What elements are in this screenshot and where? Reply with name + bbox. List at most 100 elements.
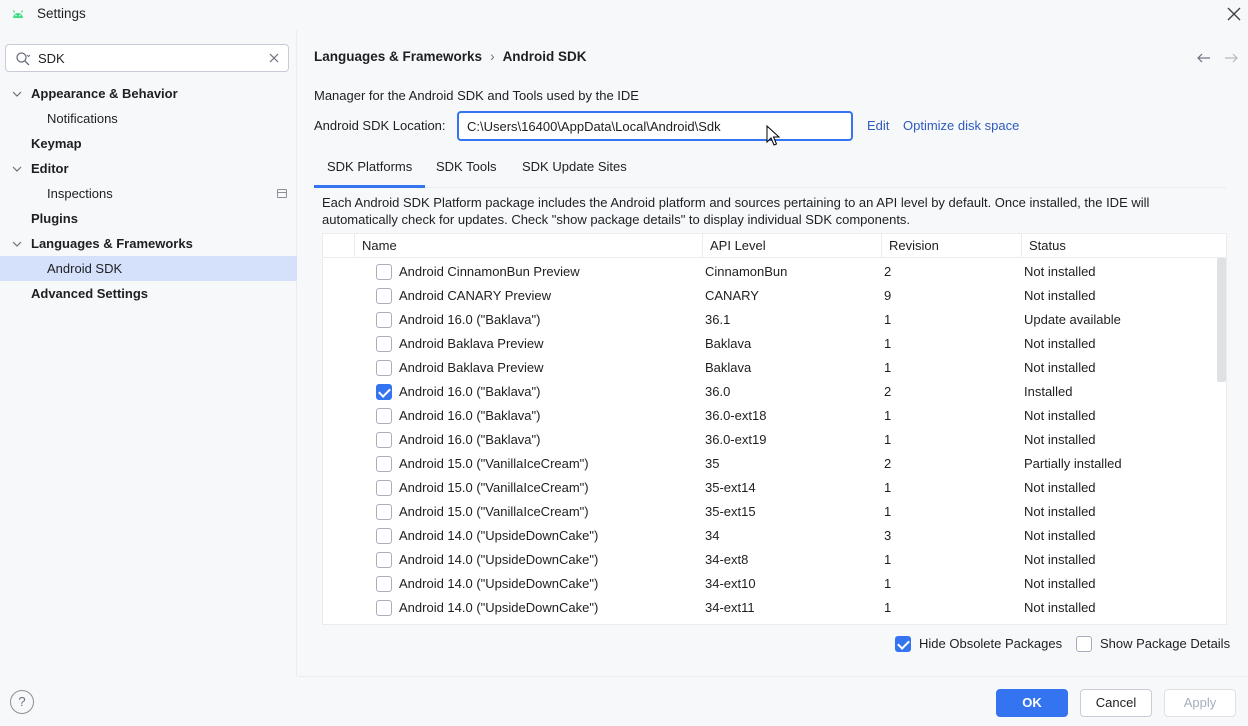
cell-revision: 2 — [884, 384, 892, 399]
optimize-disk-space-link[interactable]: Optimize disk space — [903, 118, 1019, 133]
sidebar-item-keymap[interactable]: Keymap — [0, 131, 297, 156]
sidebar-item-notifications[interactable]: Notifications — [0, 106, 297, 131]
table-row[interactable]: Android 14.0 ("UpsideDownCake") 34-ext8 1 N… — [323, 548, 1216, 572]
table-row[interactable]: Android CinnamonBun Preview CinnamonBun 2 N… — [323, 260, 1216, 284]
row-checkbox[interactable] — [376, 336, 392, 352]
search-field[interactable] — [5, 44, 289, 72]
cell-status: Not installed — [1024, 432, 1096, 447]
chevron-down-icon[interactable] — [11, 88, 23, 100]
row-checkbox[interactable] — [376, 552, 392, 568]
row-checkbox[interactable] — [376, 528, 392, 544]
table-row[interactable]: Android 16.0 ("Baklava") 36.0 2 Installed — [323, 380, 1216, 404]
cell-status: Not installed — [1024, 480, 1096, 495]
cancel-button[interactable]: Cancel — [1080, 689, 1152, 717]
row-checkbox[interactable] — [376, 504, 392, 520]
sidebar-item-appearance-behavior[interactable]: Appearance & Behavior — [0, 81, 297, 106]
row-checkbox[interactable] — [376, 360, 392, 376]
tab-sdk-update-sites[interactable]: SDK Update Sites — [509, 152, 640, 188]
hide-obsolete-label: Hide Obsolete Packages — [919, 636, 1063, 651]
vertical-scrollbar[interactable] — [1217, 258, 1226, 382]
sidebar-item-advanced-settings[interactable]: Advanced Settings — [0, 281, 297, 306]
cell-revision: 1 — [884, 336, 892, 351]
table-row[interactable]: Android CANARY Preview CANARY 9 Not install… — [323, 284, 1216, 308]
row-checkbox[interactable] — [376, 576, 392, 592]
cell-api-level: 36.1 — [705, 312, 731, 327]
table-row[interactable]: Android 14.0 ("UpsideDownCake") 34-ext10 1… — [323, 572, 1216, 596]
dialog-footer: OK Cancel Apply — [298, 676, 1248, 726]
cell-name: Android 15.0 ("VanillaIceCream") — [399, 504, 589, 519]
row-checkbox[interactable] — [376, 312, 392, 328]
table-row[interactable]: Android Baklava Preview Baklava 1 Not insta… — [323, 332, 1216, 356]
table-row[interactable]: Android 16.0 ("Baklava") 36.1 1 Update avai… — [323, 308, 1216, 332]
table-row[interactable]: Android 16.0 ("Baklava") 36.0-ext19 1 Not i… — [323, 428, 1216, 452]
arrow-left-icon[interactable] — [1196, 50, 1212, 66]
hide-obsolete-option[interactable]: Hide Obsolete Packages — [895, 635, 1065, 653]
table-row[interactable]: Android 15.0 ("VanillaIceCream") 35-ext15… — [323, 500, 1216, 524]
table-header: Name API Level Revision Status — [323, 234, 1226, 258]
window-title: Settings — [37, 6, 86, 21]
arrow-right-icon[interactable] — [1223, 50, 1239, 66]
column-header-name[interactable]: Name — [354, 234, 702, 258]
cell-name: Android 16.0 ("Baklava") — [399, 312, 541, 327]
show-details-option[interactable]: Show Package Details — [1076, 635, 1230, 653]
cell-revision: 1 — [884, 432, 892, 447]
cell-api-level: 36.0-ext19 — [705, 432, 767, 447]
search-icon — [16, 52, 31, 66]
hide-obsolete-checkbox[interactable] — [895, 636, 911, 652]
row-checkbox[interactable] — [376, 432, 392, 448]
cell-status: Not installed — [1024, 360, 1096, 375]
table-row[interactable]: Android 16.0 ("Baklava") 36.0-ext18 1 Not i… — [323, 404, 1216, 428]
cell-revision: 1 — [884, 576, 892, 591]
cell-name: Android Baklava Preview — [399, 360, 544, 375]
cell-api-level: 35 — [705, 456, 720, 471]
cell-name: Android 16.0 ("Baklava") — [399, 432, 541, 447]
table-row[interactable]: Android 15.0 ("VanillaIceCream") 35-ext14… — [323, 476, 1216, 500]
clear-icon[interactable] — [268, 52, 280, 64]
close-button[interactable] — [1223, 3, 1245, 25]
cell-revision: 3 — [884, 528, 892, 543]
row-checkbox[interactable] — [376, 408, 392, 424]
row-checkbox[interactable] — [376, 384, 392, 400]
column-header-api-level[interactable]: API Level — [702, 234, 881, 258]
column-header-status[interactable]: Status — [1021, 234, 1226, 258]
page-description: Manager for the Android SDK and Tools us… — [314, 88, 639, 103]
row-checkbox[interactable] — [376, 480, 392, 496]
table-row[interactable]: Android 14.0 ("UpsideDownCake") 34 3 Not in… — [323, 524, 1216, 548]
tab-sdk-tools[interactable]: SDK Tools — [423, 152, 509, 188]
sidebar-item-editor[interactable]: Editor — [0, 156, 297, 181]
row-checkbox[interactable] — [376, 456, 392, 472]
table-row[interactable]: Android Baklava Preview Baklava 1 Not insta… — [323, 356, 1216, 380]
breadcrumb: Languages & Frameworks › Android SDK — [314, 48, 587, 64]
help-button[interactable]: ? — [10, 690, 34, 714]
column-header-revision[interactable]: Revision — [881, 234, 1021, 258]
row-checkbox[interactable] — [376, 288, 392, 304]
chevron-down-icon[interactable] — [11, 238, 23, 250]
sidebar-item-inspections[interactable]: Inspections — [0, 181, 297, 206]
cell-status: Update available — [1024, 312, 1121, 327]
sidebar-item-android-sdk[interactable]: Android SDK — [0, 256, 297, 281]
chevron-down-icon[interactable] — [11, 163, 23, 175]
settings-tree: Appearance & Behavior Notifications Keym… — [0, 81, 297, 306]
sdk-location-input[interactable] — [457, 111, 853, 141]
table-row[interactable]: Android 14.0 ("UpsideDownCake") 34-ext11 1… — [323, 596, 1216, 620]
apply-button[interactable]: Apply — [1164, 689, 1236, 717]
ok-button[interactable]: OK — [996, 689, 1068, 717]
tab-sdk-platforms[interactable]: SDK Platforms — [314, 152, 426, 188]
table-row[interactable]: Android 15.0 ("VanillaIceCream") 35 2 Parti… — [323, 452, 1216, 476]
cell-revision: 2 — [884, 264, 892, 279]
edit-link[interactable]: Edit — [867, 118, 889, 133]
show-details-checkbox[interactable] — [1076, 636, 1092, 652]
sidebar-item-label: Keymap — [31, 136, 82, 151]
search-input[interactable] — [38, 49, 258, 67]
row-checkbox[interactable] — [376, 264, 392, 280]
cell-name: Android 15.0 ("VanillaIceCream") — [399, 480, 589, 495]
breadcrumb-parent[interactable]: Languages & Frameworks — [314, 49, 482, 64]
sidebar-item-languages-frameworks[interactable]: Languages & Frameworks — [0, 231, 297, 256]
sidebar-item-plugins[interactable]: Plugins — [0, 206, 297, 231]
cell-status: Installed — [1024, 384, 1073, 399]
cell-revision: 1 — [884, 408, 892, 423]
cell-name: Android 14.0 ("UpsideDownCake") — [399, 576, 599, 591]
cell-revision: 1 — [884, 312, 892, 327]
row-checkbox[interactable] — [376, 600, 392, 616]
close-icon — [1227, 7, 1241, 21]
